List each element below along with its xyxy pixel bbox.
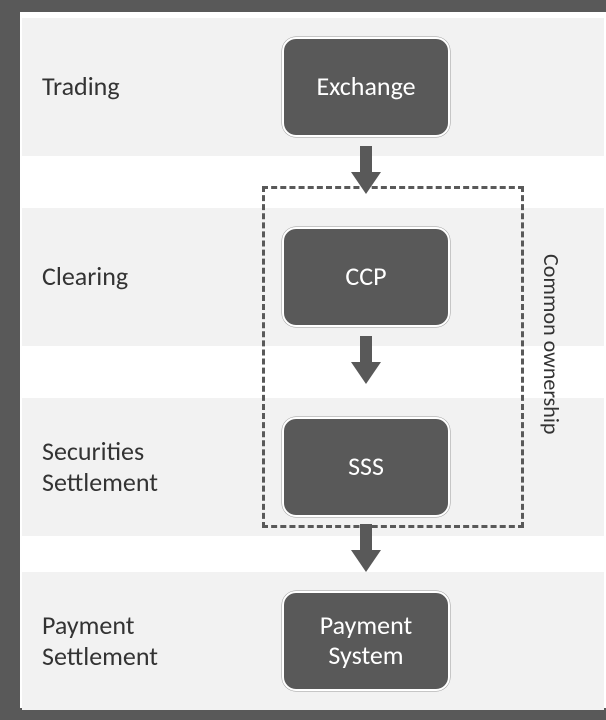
arrow-down-icon <box>351 146 381 194</box>
diagram-outer-frame: Trading Exchange Clearing CCP Securities… <box>0 0 606 720</box>
stage-row-trading: Trading Exchange <box>22 18 604 156</box>
stage-row-securities-settlement: Securities Settlement SSS <box>22 398 604 536</box>
stage-row-clearing: Clearing CCP <box>22 208 604 346</box>
stage-box-payment-system: Payment System <box>282 591 450 691</box>
stage-box-ccp: CCP <box>282 227 450 327</box>
stage-label-trading: Trading <box>42 71 120 102</box>
stage-label-clearing: Clearing <box>42 261 128 292</box>
arrow-down-icon <box>351 524 381 572</box>
stage-box-exchange: Exchange <box>282 37 450 137</box>
common-ownership-label: Common ownership <box>538 254 565 434</box>
stage-label-payment-settlement: Payment Settlement <box>42 610 222 672</box>
stage-box-sss: SSS <box>282 417 450 517</box>
stage-row-payment-settlement: Payment Settlement Payment System <box>22 572 604 710</box>
stage-label-securities-settlement: Securities Settlement <box>42 436 222 498</box>
diagram-inner-frame: Trading Exchange Clearing CCP Securities… <box>20 12 606 708</box>
arrow-down-icon <box>351 336 381 384</box>
